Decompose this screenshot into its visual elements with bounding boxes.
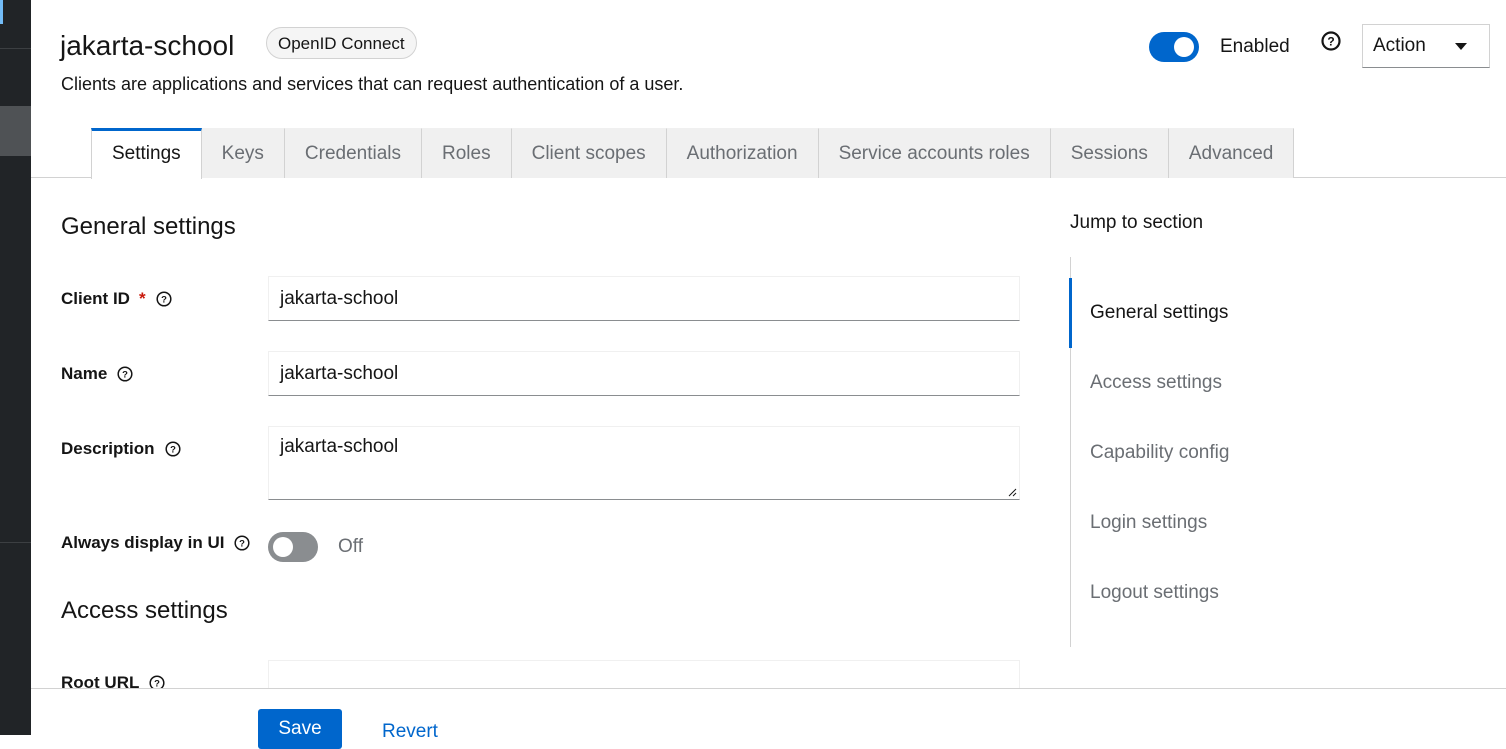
resize-grip-icon[interactable] [1007, 487, 1017, 497]
tab-service-accounts-roles[interactable]: Service accounts roles [818, 128, 1051, 178]
nav-sidebar [0, 0, 31, 735]
tab-keys[interactable]: Keys [201, 128, 285, 178]
tab-settings[interactable]: Settings [91, 128, 202, 179]
always-display-label-text: Always display in UI [61, 533, 225, 552]
always-display-toggle[interactable] [268, 532, 318, 562]
help-icon[interactable]: ? [234, 535, 251, 551]
tab-authorization[interactable]: Authorization [666, 128, 819, 178]
action-dropdown-label: Action [1373, 35, 1426, 56]
jump-link-access-settings[interactable]: Access settings [1090, 371, 1222, 395]
jump-to-section-title: Jump to section [1070, 212, 1204, 233]
save-button[interactable]: Save [258, 709, 342, 749]
svg-text:?: ? [161, 295, 167, 306]
jump-active-indicator [1069, 278, 1072, 348]
tab-bar: Settings Keys Credentials Roles Client s… [91, 128, 1295, 179]
jump-link-capability-config[interactable]: Capability config [1090, 441, 1229, 465]
help-icon[interactable]: ? [117, 366, 133, 382]
jump-link-general-settings[interactable]: General settings [1090, 301, 1228, 325]
description-label-text: Description [61, 439, 155, 458]
section-title-general: General settings [61, 213, 236, 240]
always-display-label: Always display in UI ? [61, 532, 251, 554]
toggle-knob [273, 537, 293, 557]
name-label: Name ? [61, 363, 133, 385]
question-circle-icon[interactable]: ? [1321, 31, 1341, 51]
name-input[interactable]: jakarta-school [268, 351, 1020, 396]
toggle-knob [1174, 37, 1194, 57]
sidebar-item-clients[interactable] [0, 106, 31, 156]
tab-advanced[interactable]: Advanced [1168, 128, 1295, 178]
page-subtitle: Clients are applications and services th… [61, 74, 684, 94]
svg-text:?: ? [240, 539, 246, 550]
description-textarea[interactable]: jakarta-school [268, 426, 1020, 500]
client-id-label-text: Client ID [61, 289, 130, 308]
section-title-access: Access settings [61, 597, 228, 624]
description-label: Description ? [61, 438, 181, 460]
client-id-label: Client ID * ? [61, 288, 172, 310]
svg-text:?: ? [170, 445, 176, 456]
tab-credentials[interactable]: Credentials [284, 128, 423, 178]
tab-client-scopes[interactable]: Client scopes [511, 128, 667, 178]
caret-down-icon [1455, 43, 1467, 50]
page-title: jakarta-school [60, 30, 235, 61]
help-icon[interactable]: ? [156, 291, 172, 307]
svg-text:?: ? [1327, 35, 1334, 49]
enabled-toggle[interactable] [1149, 32, 1199, 62]
jump-link-login-settings[interactable]: Login settings [1090, 511, 1207, 535]
jump-link-logout-settings[interactable]: Logout settings [1090, 581, 1219, 605]
sidebar-divider [0, 542, 31, 543]
svg-text:?: ? [122, 370, 128, 381]
sidebar-active-marker [0, 0, 3, 24]
name-label-text: Name [61, 364, 108, 383]
tab-sessions[interactable]: Sessions [1050, 128, 1169, 178]
required-mark: * [138, 289, 146, 308]
always-display-state: Off [338, 536, 363, 557]
main-content: jakarta-school OpenID Connect Clients ar… [31, 0, 1506, 749]
form-footer: Save Revert [31, 688, 1506, 749]
protocol-badge: OpenID Connect [266, 27, 417, 59]
description-value: jakarta-school [280, 436, 399, 457]
help-icon[interactable]: ? [164, 441, 181, 457]
enabled-label: Enabled [1220, 36, 1290, 57]
tab-roles[interactable]: Roles [422, 128, 512, 178]
action-dropdown[interactable]: Action [1362, 24, 1490, 68]
sidebar-divider [0, 48, 31, 49]
revert-button[interactable]: Revert [382, 720, 438, 744]
client-id-input[interactable]: jakarta-school [268, 276, 1020, 321]
